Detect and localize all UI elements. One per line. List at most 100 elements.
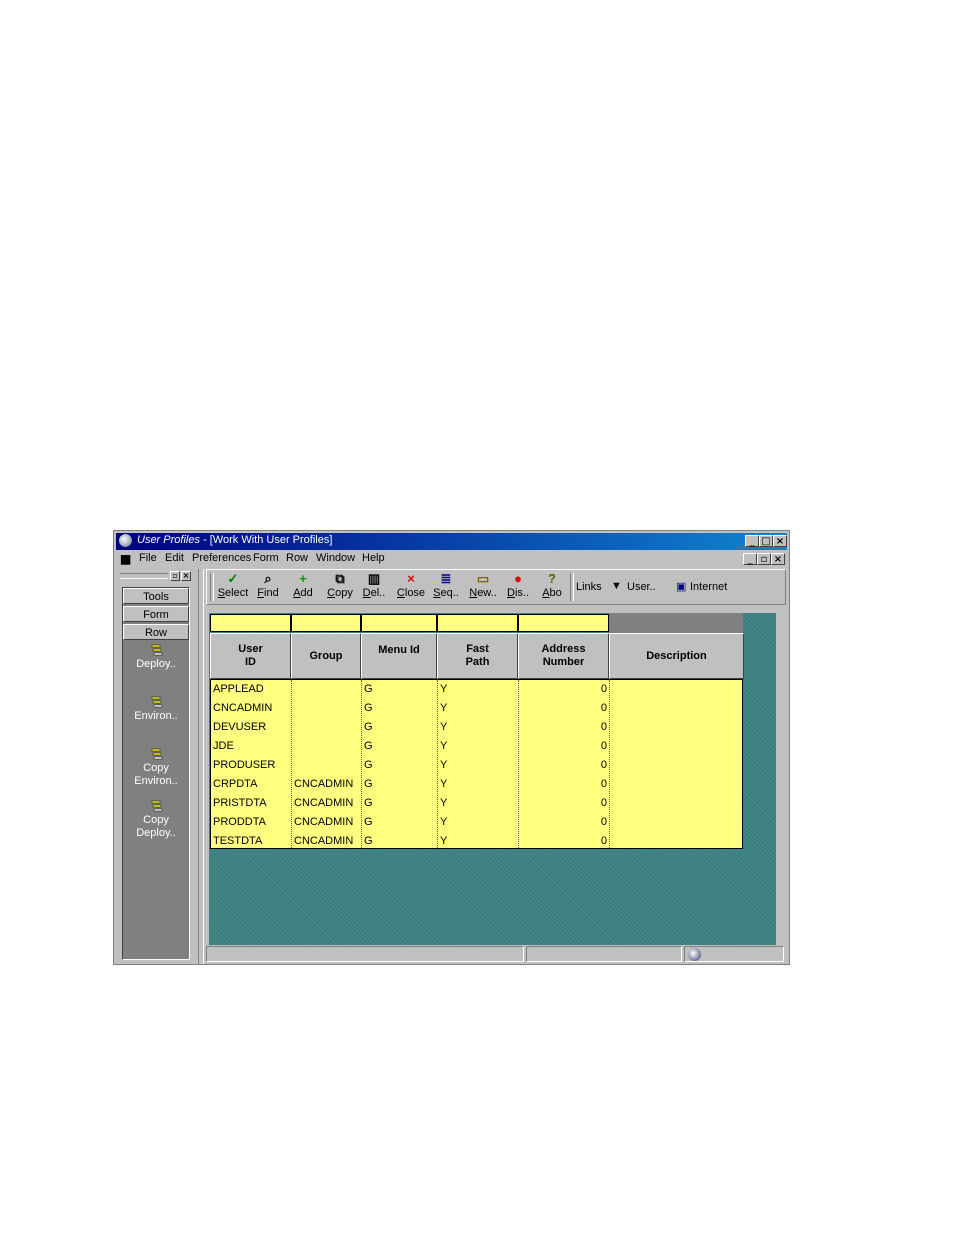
col-header-address-number[interactable]: Address Number: [518, 633, 609, 679]
cell-menu-id[interactable]: G: [364, 813, 436, 832]
cell-description[interactable]: [612, 756, 742, 775]
cell-menu-id[interactable]: G: [364, 794, 436, 813]
title-bar[interactable]: User Profiles - [Work With User Profiles…: [116, 533, 787, 550]
drag-handle[interactable]: [120, 573, 168, 579]
cell-menu-id[interactable]: G: [364, 756, 436, 775]
splitter[interactable]: [198, 569, 204, 964]
cell-group[interactable]: CNCADMIN: [294, 813, 360, 832]
cell-group[interactable]: CNCADMIN: [294, 794, 360, 813]
cell-user-id[interactable]: TESTDTA: [213, 832, 289, 851]
cell-fast-path[interactable]: Y: [440, 832, 517, 851]
maximize-icon[interactable]: □: [759, 535, 773, 547]
exit-copy-deploy[interactable]: Copy Deploy..: [123, 800, 189, 840]
cell-group[interactable]: [294, 737, 360, 756]
cell-menu-id[interactable]: G: [364, 737, 436, 756]
table-row[interactable]: TESTDTA CNCADMIN G Y 0: [211, 832, 742, 851]
cell-description[interactable]: [612, 794, 742, 813]
cell-menu-id[interactable]: G: [364, 699, 436, 718]
menu-edit[interactable]: Edit: [165, 552, 184, 564]
qbe-group[interactable]: [291, 614, 361, 632]
cell-menu-id[interactable]: G: [364, 680, 436, 699]
child-minimize-icon[interactable]: _: [743, 553, 757, 565]
cell-address-number[interactable]: 0: [521, 794, 607, 813]
internet-link[interactable]: Internet: [690, 581, 727, 593]
cell-menu-id[interactable]: G: [364, 718, 436, 737]
cell-address-number[interactable]: 0: [521, 699, 607, 718]
cell-user-id[interactable]: CRPDTA: [213, 775, 289, 794]
col-header-user-id[interactable]: User ID: [210, 633, 291, 679]
col-header-group[interactable]: Group: [291, 633, 361, 679]
col-header-menu-id[interactable]: Menu Id: [361, 633, 437, 679]
sequence-button[interactable]: ≣ Seq..: [427, 572, 465, 600]
user-link[interactable]: User..: [627, 581, 656, 593]
table-row[interactable]: DEVUSER G Y 0: [211, 718, 742, 737]
table-row[interactable]: PRODUSER G Y 0: [211, 756, 742, 775]
new-button[interactable]: ▭ New..: [464, 572, 502, 600]
cell-fast-path[interactable]: Y: [440, 813, 517, 832]
exit-bar-close-icon[interactable]: ×: [181, 571, 191, 581]
add-button[interactable]: + Add: [284, 572, 322, 600]
menu-form[interactable]: Form: [253, 552, 279, 564]
cell-description[interactable]: [612, 699, 742, 718]
cell-description[interactable]: [612, 813, 742, 832]
cell-menu-id[interactable]: G: [364, 775, 436, 794]
close-button[interactable]: × Close: [392, 572, 430, 600]
cell-address-number[interactable]: 0: [521, 775, 607, 794]
table-row[interactable]: APPLEAD G Y 0: [211, 680, 742, 699]
cell-address-number[interactable]: 0: [521, 737, 607, 756]
cell-address-number[interactable]: 0: [521, 813, 607, 832]
cell-group[interactable]: [294, 680, 360, 699]
qbe-address-number[interactable]: [518, 614, 609, 632]
cell-description[interactable]: [612, 737, 742, 756]
cell-address-number[interactable]: 0: [521, 832, 607, 851]
exit-deploy[interactable]: Deploy..: [123, 644, 189, 671]
dropdown-arrow-icon[interactable]: ▼: [611, 580, 622, 592]
cell-description[interactable]: [612, 832, 742, 851]
cell-fast-path[interactable]: Y: [440, 680, 517, 699]
exit-environ[interactable]: Environ..: [123, 696, 189, 723]
table-row[interactable]: PRISTDTA CNCADMIN G Y 0: [211, 794, 742, 813]
cell-fast-path[interactable]: Y: [440, 794, 517, 813]
cell-user-id[interactable]: APPLEAD: [213, 680, 289, 699]
table-row[interactable]: JDE G Y 0: [211, 737, 742, 756]
menu-help[interactable]: Help: [362, 552, 385, 564]
display-button[interactable]: ● Dis..: [499, 572, 537, 600]
table-row[interactable]: CRPDTA CNCADMIN G Y 0: [211, 775, 742, 794]
child-restore-icon[interactable]: ▫: [757, 553, 771, 565]
close-icon[interactable]: ×: [773, 535, 787, 547]
cell-group[interactable]: [294, 756, 360, 775]
cell-fast-path[interactable]: Y: [440, 699, 517, 718]
cell-address-number[interactable]: 0: [521, 680, 607, 699]
col-header-description[interactable]: Description: [609, 633, 744, 679]
cell-fast-path[interactable]: Y: [440, 775, 517, 794]
tab-tools[interactable]: Tools: [123, 588, 189, 604]
tab-form[interactable]: Form: [123, 606, 189, 622]
cell-group[interactable]: CNCADMIN: [294, 832, 360, 851]
menu-preferences[interactable]: Preferences: [192, 552, 251, 564]
copy-button[interactable]: ⧉ Copy: [321, 572, 359, 600]
about-button[interactable]: ? Abo: [533, 572, 571, 600]
menu-window[interactable]: Window: [316, 552, 355, 564]
cell-description[interactable]: [612, 775, 742, 794]
cell-group[interactable]: [294, 718, 360, 737]
cell-fast-path[interactable]: Y: [440, 718, 517, 737]
qbe-fast-path[interactable]: [437, 614, 518, 632]
cell-fast-path[interactable]: Y: [440, 756, 517, 775]
cell-user-id[interactable]: CNCADMIN: [213, 699, 289, 718]
minimize-icon[interactable]: _: [745, 535, 759, 547]
cell-description[interactable]: [612, 680, 742, 699]
cell-group[interactable]: [294, 699, 360, 718]
select-button[interactable]: ✓ Select: [214, 572, 252, 600]
cell-user-id[interactable]: PRODUSER: [213, 756, 289, 775]
qbe-user-id[interactable]: [210, 614, 291, 632]
child-close-icon[interactable]: ×: [771, 553, 785, 565]
cell-menu-id[interactable]: G: [364, 832, 436, 851]
cell-user-id[interactable]: PRODDTA: [213, 813, 289, 832]
exit-copy-environ[interactable]: Copy Environ..: [123, 748, 189, 788]
cell-address-number[interactable]: 0: [521, 756, 607, 775]
table-row[interactable]: CNCADMIN G Y 0: [211, 699, 742, 718]
menu-row[interactable]: Row: [286, 552, 308, 564]
delete-button[interactable]: ▥ Del..: [355, 572, 393, 600]
find-button[interactable]: ⌕ Find: [249, 572, 287, 600]
cell-group[interactable]: CNCADMIN: [294, 775, 360, 794]
